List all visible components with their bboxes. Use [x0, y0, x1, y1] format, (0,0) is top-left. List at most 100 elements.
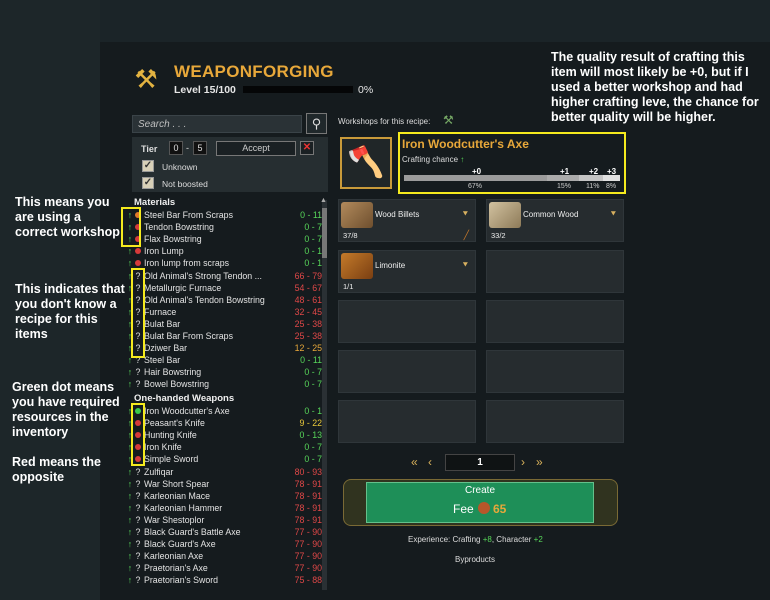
resource-count: 1/1 — [343, 282, 354, 291]
recipe-row[interactable]: ↑? Black Guard's Battle Axe 77 - 90 — [126, 526, 322, 538]
up-arrow-icon: ↑ — [127, 551, 133, 562]
highlight-dots — [131, 403, 145, 466]
prev-page-icon[interactable]: ‹ — [428, 455, 432, 469]
resource-name: Limonite — [375, 261, 406, 270]
recipe-row[interactable]: ↑? War Short Spear 78 - 91 — [126, 478, 322, 490]
recipe-row[interactable]: ↑? Karleonian Hammer 78 - 91 — [126, 502, 322, 514]
recipe-row[interactable]: ↑? Bulat Bar 25 - 38 — [126, 318, 322, 330]
recipe-row[interactable]: ↑ Peasant's Knife 9 - 22 — [126, 417, 322, 429]
recipe-row[interactable]: ↑ Iron Lump 0 - 1 — [126, 245, 322, 257]
level-range: 0 - 11 — [300, 355, 322, 366]
last-page-icon[interactable]: » — [536, 455, 543, 469]
level-range: 75 - 88 — [294, 575, 322, 586]
skill-level: Level 15/100 — [174, 84, 236, 96]
recipe-name: Black Guard's Axe — [144, 539, 216, 550]
recipe-row[interactable]: ↑ Hunting Knife 0 - 13 — [126, 429, 322, 441]
tier-max-input[interactable]: 5 — [193, 141, 207, 155]
not-boosted-checkbox[interactable]: ✓ — [142, 177, 154, 189]
recipe-row[interactable]: ↑ Iron Woodcutter's Axe 0 - 1 — [126, 405, 322, 417]
chevron-down-icon[interactable]: ⯆ — [462, 260, 469, 271]
tier-min-input[interactable]: 0 — [169, 141, 183, 155]
empty-slot[interactable] — [338, 400, 476, 443]
empty-slot[interactable] — [338, 350, 476, 393]
recipe-row[interactable]: ↑? Zulfiqar 80 - 93 — [126, 466, 322, 478]
recipe-row[interactable]: ↑? War Shestoplor 78 - 91 — [126, 514, 322, 526]
level-range: 80 - 93 — [294, 466, 322, 477]
recipe-row[interactable]: ↑? Hair Bowstring 0 - 7 — [126, 366, 322, 378]
unknown-recipe-icon: ? — [135, 490, 141, 501]
recipe-name: Dziwer Bar — [144, 343, 188, 354]
recipe-row[interactable]: ↑? Steel Bar 0 - 11 — [126, 354, 322, 366]
chevron-down-icon[interactable]: ⯆ — [610, 209, 617, 220]
up-arrow-icon: ↑ — [127, 367, 133, 378]
level-range: 0 - 1 — [304, 258, 322, 269]
recipe-row[interactable]: ↑? Dziwer Bar 12 - 25 — [126, 342, 322, 354]
accept-button[interactable]: Accept — [216, 141, 296, 156]
red-dot-icon — [134, 245, 142, 257]
recipe-row[interactable]: ↑ Iron lump from scraps 0 - 1 — [126, 257, 322, 269]
recipe-row[interactable]: ↑? Old Animal's Strong Tendon ... 66 - 79 — [126, 270, 322, 282]
recipe-row[interactable]: ↑? Black Guard's Axe 77 - 90 — [126, 538, 322, 550]
level-range: 12 - 25 — [294, 343, 322, 354]
recipe-row[interactable]: ↑? Bowel Bowstring 0 - 7 — [126, 378, 322, 390]
resource-slot[interactable]: Wood Billets 37/8 ⯆ ╱ — [338, 199, 476, 242]
search-input[interactable]: Search . . . — [132, 115, 302, 133]
annotation-quality: The quality result of crafting this item… — [551, 50, 759, 124]
annotation-green: Green dot means you have required resour… — [12, 380, 120, 439]
empty-slot[interactable] — [486, 400, 624, 443]
level-range: 0 - 7 — [304, 379, 322, 390]
unknown-recipe-icon: ? — [135, 514, 141, 525]
recipe-row[interactable]: ↑? Karleonian Axe 77 - 90 — [126, 550, 322, 562]
resource-slot[interactable]: Common Wood 33/2 ⯆ — [486, 199, 624, 242]
recipe-row[interactable]: ↑ Steel Bar From Scraps 0 - 11 — [126, 209, 322, 221]
up-arrow-icon: ↑ — [127, 490, 133, 501]
recipe-row[interactable]: ↑ Simple Sword 0 - 7 — [126, 453, 322, 465]
level-range: 77 - 90 — [294, 539, 322, 550]
list-scroll-thumb[interactable] — [322, 208, 327, 258]
recipe-row[interactable]: ↑? Bulat Bar From Scraps 25 - 38 — [126, 330, 322, 342]
up-arrow-icon: ↑ — [127, 575, 133, 586]
recipe-row[interactable]: ↑? Furnace 32 - 45 — [126, 306, 322, 318]
unknown-checkbox[interactable]: ✓ — [142, 160, 154, 172]
level-progress-label: 0% — [358, 84, 374, 96]
empty-slot[interactable] — [486, 300, 624, 343]
recipe-row[interactable]: ↑? Old Animal's Tendon Bowstring 48 - 61 — [126, 294, 322, 306]
workshop-icon[interactable]: ⚒ — [443, 113, 454, 127]
list-scrollbar[interactable] — [322, 200, 327, 590]
level-range: 78 - 91 — [294, 502, 322, 513]
recipe-row[interactable]: ↑? Praetorian's Axe 77 - 90 — [126, 562, 322, 574]
unknown-recipe-icon: ? — [135, 551, 141, 562]
recipe-name: Iron Woodcutter's Axe — [144, 406, 230, 416]
recipe-name: Hair Bowstring — [144, 367, 202, 378]
highlight-workshop — [121, 207, 141, 247]
wood-billets-icon — [341, 202, 373, 228]
resource-name: Common Wood — [523, 210, 579, 219]
scroll-up-icon[interactable]: ▲ — [320, 197, 327, 204]
page-input[interactable]: 1 — [445, 454, 515, 471]
empty-slot[interactable] — [486, 250, 624, 293]
close-icon[interactable]: ✕ — [300, 141, 314, 155]
search-icon[interactable]: ⚲ — [306, 113, 327, 134]
recipe-row[interactable]: ↑? Metallurgic Furnace 54 - 67 — [126, 282, 322, 294]
next-page-icon[interactable]: › — [521, 455, 525, 469]
level-range: 0 - 7 — [304, 454, 322, 465]
resource-count: 37/8 — [343, 231, 358, 240]
byproducts-label: Byproducts — [455, 555, 496, 564]
level-range: 0 - 7 — [304, 442, 322, 453]
level-range: 25 - 38 — [294, 331, 322, 341]
unknown-recipe-icon: ? — [135, 478, 141, 489]
recipe-row[interactable]: ↑ Iron Knife 0 - 7 — [126, 441, 322, 453]
level-range: 0 - 1 — [304, 406, 322, 416]
resource-slot[interactable]: Limonite 1/1 ⯆ — [338, 250, 476, 293]
recipe-row[interactable]: ↑ Tendon Bowstring 0 - 7 — [126, 221, 322, 233]
category-one-handed[interactable]: One-handed Weapons — [134, 393, 234, 404]
empty-slot[interactable] — [338, 300, 476, 343]
first-page-icon[interactable]: « — [411, 455, 418, 469]
recipe-row[interactable]: ↑? Praetorian's Sword 75 - 88 — [126, 574, 322, 586]
recipe-row[interactable]: ↑? Karleonian Mace 78 - 91 — [126, 490, 322, 502]
recipe-row[interactable]: ↑ Flax Bowstring 0 - 7 — [126, 233, 322, 245]
crossed-hammers-icon: ⚒ — [134, 64, 158, 94]
unknown-label: Unknown — [162, 162, 198, 172]
empty-slot[interactable] — [486, 350, 624, 393]
chevron-down-icon[interactable]: ⯆ — [462, 209, 469, 220]
